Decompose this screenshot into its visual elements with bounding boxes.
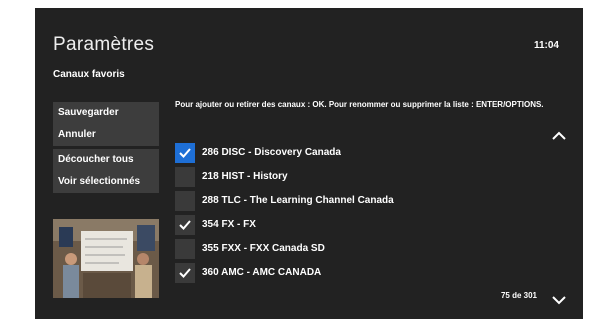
page-counter: 75 de 301 [500,291,537,300]
clock: 11:04 [533,40,559,51]
menu-group-selection: Découcher tous Voir sélectionnés [53,149,159,193]
channel-checkbox[interactable] [175,143,195,163]
channel-label: 355 FXX - FXX Canada SD [202,243,325,254]
channel-row[interactable]: 288 TLC - The Learning Channel Canada [175,190,475,214]
tv-screen: Paramètres 11:04 Canaux favoris Sauvegar… [35,8,583,319]
section-title: Canaux favoris [53,69,125,80]
channel-row[interactable]: 218 HIST - History [175,166,475,190]
channel-label: 360 AMC - AMC CANADA [202,267,322,278]
channel-row[interactable]: 354 FX - FX [175,214,475,238]
uncheck-all-button[interactable]: Découcher tous [53,149,159,171]
channel-checkbox[interactable] [175,191,195,211]
video-preview [53,219,159,298]
page-title: Paramètres [53,34,155,55]
channel-checkbox[interactable] [175,239,195,259]
chevron-down-icon[interactable] [551,292,567,305]
channel-checkbox[interactable] [175,167,195,187]
view-selected-button[interactable]: Voir sélectionnés [53,171,159,193]
menu-group-actions: Sauvegarder Annuler [53,102,159,146]
channel-checkbox[interactable] [175,263,195,283]
channel-label: 286 DISC - Discovery Canada [202,147,341,158]
checkmark-icon [179,220,191,230]
channel-list: 286 DISC - Discovery Canada 218 HIST - H… [175,142,475,286]
checkmark-icon [179,148,191,158]
channel-label: 354 FX - FX [202,219,256,230]
instructions-text: Pour ajouter ou retirer des canaux : OK.… [175,100,544,109]
chevron-up-icon[interactable] [551,128,567,140]
cancel-button[interactable]: Annuler [53,124,159,146]
channel-checkbox[interactable] [175,215,195,235]
channel-label: 218 HIST - History [202,171,288,182]
save-button[interactable]: Sauvegarder [53,102,159,124]
side-menu: Sauvegarder Annuler Découcher tous Voir … [53,102,159,196]
channel-row[interactable]: 286 DISC - Discovery Canada [175,142,475,166]
channel-label: 288 TLC - The Learning Channel Canada [202,195,394,206]
video-preview-image [53,219,159,298]
channel-row[interactable]: 355 FXX - FXX Canada SD [175,238,475,262]
checkmark-icon [179,268,191,278]
channel-row[interactable]: 360 AMC - AMC CANADA [175,262,475,286]
